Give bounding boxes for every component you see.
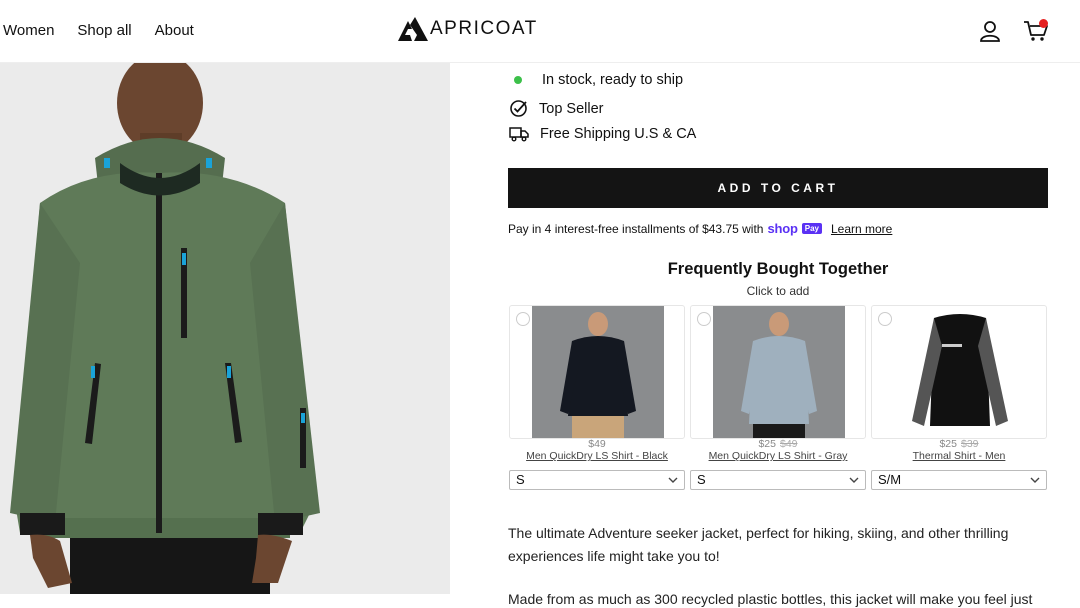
cart-badge [1039, 19, 1048, 28]
fbt-item-card[interactable] [690, 305, 866, 439]
installments-info: Pay in 4 interest-free installments of $… [508, 221, 892, 236]
learn-more-link[interactable]: Learn more [831, 222, 892, 236]
jacket-photo [0, 63, 450, 594]
nav-item-women[interactable]: Women [3, 22, 54, 39]
size-value: S [697, 472, 706, 487]
fbt-price: $25 $49 [690, 438, 866, 450]
feature-shipping: Free Shipping U.S & CA [509, 126, 696, 142]
product-thumbnail [713, 306, 845, 438]
brand-logo[interactable]: APRICOAT [398, 17, 538, 41]
fbt-price: $25 $39 [871, 438, 1047, 450]
feature-text: In stock, ready to ship [542, 72, 684, 88]
add-item-radio[interactable] [516, 312, 530, 326]
user-icon[interactable] [979, 20, 1001, 42]
product-description: Made from as much as 300 recycled plasti… [508, 591, 1033, 607]
price-current: $49 [588, 438, 606, 450]
product-description: The ultimate Adventure seeker jacket, pe… [508, 525, 1009, 564]
add-item-radio[interactable] [878, 312, 892, 326]
check-circle-icon [510, 100, 527, 117]
chevron-down-icon [1030, 477, 1040, 483]
fbt-product-link[interactable]: Men QuickDry LS Shirt - Gray [690, 450, 866, 462]
feature-top-seller: Top Seller [509, 99, 603, 118]
add-to-cart-button[interactable]: ADD TO CART [508, 168, 1048, 208]
size-select[interactable]: S [509, 470, 685, 490]
in-stock-dot-icon [514, 76, 522, 84]
installments-text: Pay in 4 interest-free installments of $… [508, 221, 764, 236]
brand-name: APRICOAT [430, 18, 538, 39]
fbt-item-card[interactable] [509, 305, 685, 439]
product-image[interactable] [0, 63, 450, 594]
shop-pay-badge: Pay [801, 223, 822, 234]
nav-item-shop-all[interactable]: Shop all [77, 22, 131, 39]
fbt-subtitle: Click to add [746, 284, 810, 298]
feature-text: Free Shipping U.S & CA [540, 126, 697, 142]
fbt-product-link[interactable]: Thermal Shirt - Men [871, 450, 1047, 462]
product-thumbnail [532, 306, 664, 438]
price-original: $49 [780, 438, 798, 450]
chevron-down-icon [668, 477, 678, 483]
fbt-item-card[interactable] [871, 305, 1047, 439]
add-item-radio[interactable] [697, 312, 711, 326]
price-current: $25 [758, 438, 776, 450]
product-thumbnail [894, 306, 1026, 438]
feature-in-stock: In stock, ready to ship [509, 72, 683, 88]
size-select[interactable]: S [690, 470, 866, 490]
shop-pay-logo: shop [767, 221, 798, 236]
price-current: $25 [939, 438, 957, 450]
price-original: $39 [961, 438, 979, 450]
nav-item-about[interactable]: About [155, 22, 194, 39]
feature-text: Top Seller [539, 100, 604, 117]
chevron-down-icon [849, 477, 859, 483]
size-value: S [516, 472, 525, 487]
main-nav: Women Shop all About [3, 22, 194, 39]
fbt-product-link[interactable]: Men QuickDry LS Shirt - Black [509, 450, 685, 462]
truck-icon [509, 127, 529, 142]
size-value: S/M [878, 472, 902, 487]
size-select[interactable]: S/M [871, 470, 1047, 490]
mountain-logo-icon [398, 17, 428, 41]
site-header: Women Shop all About APRICOAT [0, 0, 1080, 63]
fbt-title: Frequently Bought Together [667, 260, 889, 278]
fbt-price: $49 [509, 438, 685, 450]
